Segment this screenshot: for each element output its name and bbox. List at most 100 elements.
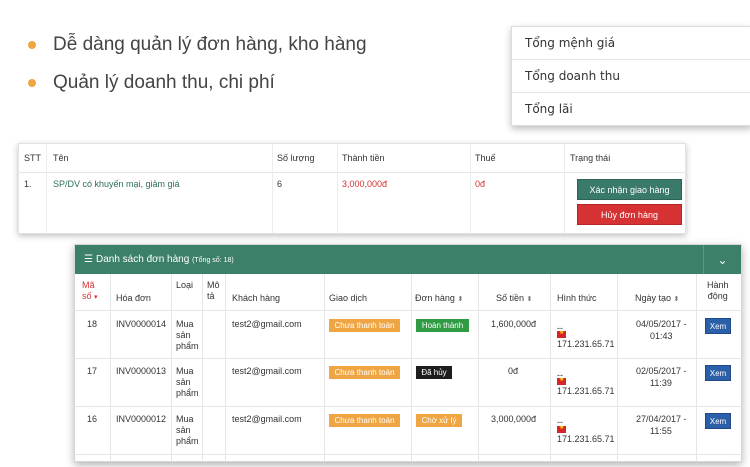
row-type-line: Mua	[176, 414, 194, 424]
order-status-badge: Chờ xử lý	[416, 414, 462, 427]
row-invoice: INV0000012	[116, 414, 167, 424]
col-id-line1: Mã	[82, 280, 95, 290]
col-id-line2: số	[82, 291, 92, 301]
col-invoice: Hóa đơn	[116, 293, 151, 303]
row-customer: test2@gmail.com	[232, 319, 302, 329]
order-list-title-text: Danh sách đơn hàng	[96, 254, 190, 265]
row-amount: 1,600,000đ	[491, 319, 537, 329]
row-date: 02/05/2017 -	[636, 366, 687, 376]
col-action-line1: Hành	[707, 280, 729, 290]
col-order[interactable]: Đơn hàng ⬍	[415, 293, 463, 303]
bullet-dot-icon	[28, 79, 36, 87]
row-type-line: phẩm	[176, 341, 199, 351]
row-invoice: INV0000013	[116, 366, 167, 376]
row-invoice: INV0000014	[116, 319, 167, 329]
row-time: 11:55	[650, 426, 672, 436]
row-type-line: phẩm	[176, 436, 199, 446]
row-type-line: sản	[176, 377, 191, 387]
summary-total-profit[interactable]: Tổng lãi	[512, 93, 750, 125]
col-tax: Thuế	[475, 153, 496, 163]
transaction-status-badge: Chưa thanh toán	[329, 366, 400, 379]
feature-bullets: Dễ dàng quản lý đơn hàng, kho hàng Quản …	[28, 26, 367, 102]
summary-label: Tổng lãi	[525, 102, 573, 116]
row-amount: 0đ	[508, 366, 519, 376]
col-amount-label: Số tiền	[496, 293, 525, 303]
row-time: 01:43	[650, 331, 673, 341]
row-qty: 6	[277, 179, 283, 189]
row-customer: test2@gmail.com	[232, 414, 302, 424]
row-date: 27/04/2017 -	[636, 414, 687, 424]
list-icon: ☰	[84, 254, 93, 265]
row-ip: 171.231.65.71	[557, 386, 615, 396]
row-stt: 1.	[24, 179, 32, 189]
row-id: 16	[87, 414, 98, 424]
row-type-line: Mua	[176, 319, 194, 329]
summary-panel: Tổng mệnh giá Tổng doanh thu Tổng lãi	[511, 26, 750, 126]
row-amount: 3,000,000đ	[342, 179, 388, 189]
order-list-header-bar: ☰ Danh sách đơn hàng (Tổng số: 18) ⌄	[75, 245, 741, 274]
order-status-badge: Đã hủy	[416, 366, 452, 379]
chevron-down-icon[interactable]: ⌄	[703, 245, 741, 274]
col-order-label: Đơn hàng	[415, 293, 455, 303]
col-status: Trạng thái	[570, 153, 611, 163]
sort-desc-icon: ▾	[94, 294, 98, 301]
view-button[interactable]: Xem	[705, 365, 731, 381]
cancel-order-button[interactable]: Hủy đơn hàng	[577, 204, 682, 225]
row-tax: 0đ	[475, 179, 486, 189]
row-type: Mua sản phẩm	[176, 366, 199, 399]
col-desc-line1: Mô	[207, 280, 220, 290]
confirm-delivery-button[interactable]: Xác nhận giao hàng	[577, 179, 682, 200]
summary-label: Tổng mệnh giá	[525, 36, 616, 50]
order-detail-table: STT Tên Số lượng Thành tiền Thuế Trạng t…	[18, 143, 686, 234]
col-action-line2: động	[707, 291, 728, 301]
col-customer: Khách hàng	[232, 293, 281, 303]
row-amount: 3,000,000đ	[491, 414, 537, 424]
row-time: 11:39	[650, 378, 672, 388]
col-id[interactable]: Mã số ▾	[82, 280, 98, 303]
transaction-status-badge: Chưa thanh toán	[329, 414, 400, 427]
col-qty: Số lượng	[277, 153, 315, 163]
flag-icon	[557, 376, 566, 386]
col-type: Loại	[176, 280, 194, 290]
summary-total-face-value[interactable]: Tổng mệnh giá	[512, 27, 750, 60]
col-desc: Mô tả	[207, 280, 220, 302]
bullet-text: Quản lý doanh thu, chi phí	[53, 72, 275, 93]
col-amount[interactable]: Số tiền ⬍	[496, 293, 532, 303]
order-list-panel: ☰ Danh sách đơn hàng (Tổng số: 18) ⌄ Mã s…	[74, 244, 742, 462]
row-type-line: sản	[176, 330, 191, 340]
row-product-name[interactable]: SP/DV có khuyến mại, giảm giá	[53, 179, 180, 189]
flag-icon	[557, 329, 566, 339]
col-stt: STT	[24, 153, 41, 163]
row-type-line: Mua	[176, 366, 194, 376]
row-type-line: phẩm	[176, 388, 199, 398]
summary-total-revenue[interactable]: Tổng doanh thu	[512, 60, 750, 93]
col-transaction: Giao dịch	[329, 293, 368, 303]
col-created[interactable]: Ngày tạo ⬍	[635, 293, 679, 303]
col-method: Hình thức	[557, 293, 597, 303]
row-customer: test2@gmail.com	[232, 366, 302, 376]
sort-icon: ⬍	[526, 296, 533, 303]
row-ip: 171.231.65.71	[557, 434, 615, 444]
sort-icon: ⬍	[673, 296, 680, 303]
row-date: 04/05/2017 -	[636, 319, 687, 329]
sort-icon: ⬍	[457, 296, 464, 303]
row-id: 18	[87, 319, 98, 329]
view-button[interactable]: Xem	[705, 318, 731, 334]
row-type: Mua sản phẩm	[176, 319, 199, 352]
bullet-revenue-management: Quản lý doanh thu, chi phí	[28, 64, 367, 102]
bullet-order-management: Dễ dàng quản lý đơn hàng, kho hàng	[28, 26, 367, 64]
row-id: 17	[87, 366, 98, 376]
row-type-line: sản	[176, 425, 191, 435]
order-list-total: (Tổng số: 18)	[192, 257, 234, 264]
row-type: Mua sản phẩm	[176, 414, 199, 447]
col-name: Tên	[53, 153, 69, 163]
order-list-title: Danh sách đơn hàng (Tổng số: 18)	[96, 254, 234, 265]
col-desc-line2: tả	[207, 291, 215, 301]
summary-label: Tổng doanh thu	[525, 69, 620, 83]
col-amount: Thành tiền	[342, 153, 385, 163]
bullet-dot-icon	[28, 41, 36, 49]
col-created-label: Ngày tạo	[635, 293, 672, 303]
row-ip: 171.231.65.71	[557, 339, 615, 349]
view-button[interactable]: Xem	[705, 413, 731, 429]
transaction-status-badge: Chưa thanh toán	[329, 319, 400, 332]
